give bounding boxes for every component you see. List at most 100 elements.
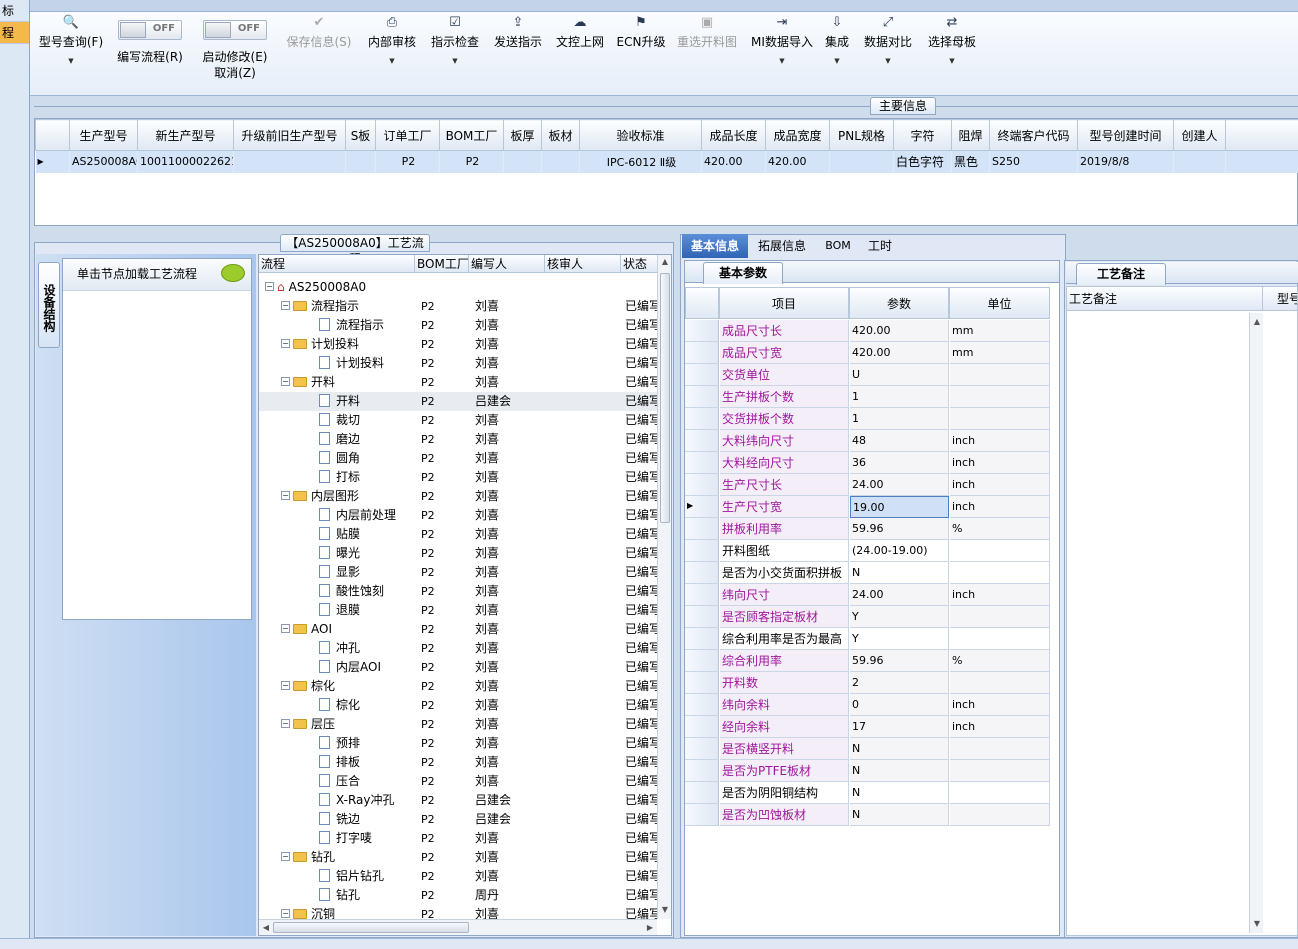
remarks-scrollbar[interactable]: ▲ ▼: [1249, 313, 1263, 933]
start-modify-toggle[interactable]: OFF 启动修改(E) 取消(Z): [198, 12, 272, 96]
tree-column-header[interactable]: BOM工厂: [415, 255, 469, 273]
tree-node[interactable]: 开料 P2 吕建会 已编写: [259, 392, 669, 411]
param-value[interactable]: N: [850, 562, 949, 584]
remarks-title[interactable]: 工艺备注: [1076, 263, 1166, 285]
tree-node[interactable]: − 棕化 P2 刘喜 已编写: [259, 677, 669, 696]
table-cell[interactable]: [541, 150, 580, 173]
collapse-icon[interactable]: −: [265, 282, 274, 291]
tree-node[interactable]: 内层前处理 P2 刘喜 已编写: [259, 506, 669, 525]
table-cell[interactable]: 10011000022621: [137, 150, 234, 173]
row-header[interactable]: [685, 628, 719, 650]
tree-node[interactable]: 磨边 P2 刘喜 已编写: [259, 430, 669, 449]
table-cell[interactable]: S250: [989, 150, 1078, 173]
param-value[interactable]: 420.00: [850, 342, 949, 364]
param-row[interactable]: 综合利用率是否为最高 Y: [685, 628, 1060, 650]
table-cell[interactable]: 黑色: [951, 150, 990, 173]
collapse-icon[interactable]: −: [281, 377, 290, 386]
param-row[interactable]: 综合利用率 59.96%: [685, 650, 1060, 672]
tree-node[interactable]: 打标 P2 刘喜 已编写: [259, 468, 669, 487]
tree-node[interactable]: 压合 P2 刘喜 已编写: [259, 772, 669, 791]
table-cell[interactable]: P2: [439, 150, 504, 173]
remarks-column-header[interactable]: 工艺备注: [1067, 287, 1263, 311]
column-header[interactable]: 验收标准: [579, 119, 702, 151]
param-row[interactable]: 生产拼板个数 1: [685, 386, 1060, 408]
collapse-icon[interactable]: −: [281, 301, 290, 310]
params-column-header[interactable]: 单位: [949, 287, 1050, 319]
param-row[interactable]: 成品尺寸宽 420.00 mm: [685, 342, 1060, 364]
tree-node[interactable]: 酸性蚀刻 P2 刘喜 已编写: [259, 582, 669, 601]
collapse-icon[interactable]: −: [281, 909, 290, 918]
remarks-column-header[interactable]: 型号备: [1263, 287, 1297, 311]
collapse-icon[interactable]: −: [281, 624, 290, 633]
row-header[interactable]: [685, 320, 719, 342]
table-cell[interactable]: 420.00: [765, 150, 830, 173]
param-row[interactable]: 是否为小交货面积拼板 N: [685, 562, 1060, 584]
tree-node[interactable]: 铝片钻孔 P2 刘喜 已编写: [259, 867, 669, 886]
tree-node[interactable]: 铣边 P2 吕建会 已编写: [259, 810, 669, 829]
tree-vertical-scrollbar[interactable]: ▲ ▼: [657, 255, 671, 919]
scroll-up-icon[interactable]: ▲: [658, 257, 671, 266]
tree-node[interactable]: 棕化 P2 刘喜 已编写: [259, 696, 669, 715]
column-header[interactable]: 成品长度: [701, 119, 766, 151]
tree-node[interactable]: 退膜 P2 刘喜 已编写: [259, 601, 669, 620]
tree-node[interactable]: − AOI P2 刘喜 已编写: [259, 620, 669, 639]
tree-node[interactable]: − 层压 P2 刘喜 已编写: [259, 715, 669, 734]
tree-node[interactable]: 排板 P2 刘喜 已编写: [259, 753, 669, 772]
scroll-thumb[interactable]: [273, 922, 469, 933]
basic-params-title[interactable]: 基本参数: [703, 262, 783, 284]
row-header[interactable]: [685, 650, 719, 672]
param-row[interactable]: 开料数 2: [685, 672, 1060, 694]
collapse-icon[interactable]: −: [281, 681, 290, 690]
column-header[interactable]: 终端客户代码: [989, 119, 1078, 151]
tree-node[interactable]: 贴膜 P2 刘喜 已编写: [259, 525, 669, 544]
param-value[interactable]: 19.00: [850, 496, 949, 518]
row-header[interactable]: [685, 760, 719, 782]
tree-node[interactable]: 预排 P2 刘喜 已编写: [259, 734, 669, 753]
param-row[interactable]: 开料图纸 (24.00-19.00): [685, 540, 1060, 562]
param-value[interactable]: 36: [850, 452, 949, 474]
param-row[interactable]: 拼板利用率 59.96%: [685, 518, 1060, 540]
column-header[interactable]: 订单工厂: [375, 119, 440, 151]
tree-node[interactable]: − 内层图形 P2 刘喜 已编写: [259, 487, 669, 506]
tree-node[interactable]: 计划投料 P2 刘喜 已编写: [259, 354, 669, 373]
toggle-switch[interactable]: OFF: [203, 20, 267, 40]
scroll-down-icon[interactable]: ▼: [658, 905, 671, 914]
tree-horizontal-scrollbar[interactable]: ◀ ▶: [259, 919, 657, 935]
param-value[interactable]: Y: [850, 606, 949, 628]
table-cell[interactable]: [345, 150, 376, 173]
collapse-icon[interactable]: −: [281, 852, 290, 861]
tree-node[interactable]: − 开料 P2 刘喜 已编写: [259, 373, 669, 392]
param-value[interactable]: 17: [850, 716, 949, 738]
row-header[interactable]: [685, 540, 719, 562]
param-row[interactable]: 纬向余料 0 inch: [685, 694, 1060, 716]
write-flow-toggle[interactable]: OFF 编写流程(R): [114, 12, 186, 96]
column-header[interactable]: 板厚: [503, 119, 542, 151]
column-header[interactable]: 阻焊: [951, 119, 990, 151]
tree-node[interactable]: 圆角 P2 刘喜 已编写: [259, 449, 669, 468]
param-row[interactable]: ▶ 生产尺寸宽 19.00 inch: [685, 496, 1060, 518]
params-column-header[interactable]: 参数: [849, 287, 949, 319]
tree-node[interactable]: − 钻孔 P2 刘喜 已编写: [259, 848, 669, 867]
column-header[interactable]: S板: [345, 119, 376, 151]
param-row[interactable]: 是否为PTFE板材 N: [685, 760, 1060, 782]
tab-basic-info[interactable]: 基本信息: [682, 234, 748, 258]
tree-node[interactable]: 曝光 P2 刘喜 已编写: [259, 544, 669, 563]
param-value[interactable]: 59.96: [850, 650, 949, 672]
tree-node[interactable]: 钻孔 P2 周丹 已编写: [259, 886, 669, 905]
param-value[interactable]: (24.00-19.00): [850, 540, 949, 562]
table-cell[interactable]: [233, 150, 346, 173]
table-cell[interactable]: IPC-6012 Ⅱ级: [579, 150, 702, 173]
param-value[interactable]: 48: [850, 430, 949, 452]
scroll-thumb[interactable]: [660, 273, 670, 523]
table-cell[interactable]: 420.00: [701, 150, 766, 173]
mi-data-import-button[interactable]: ⇥ MI数据导入 ▼: [746, 12, 818, 96]
integrate-button[interactable]: ⇩ 集成 ▼: [820, 12, 854, 96]
ecn-upgrade-button[interactable]: ⚑ ECN升级: [616, 12, 666, 96]
row-header[interactable]: [685, 738, 719, 760]
column-header[interactable]: 升级前旧生产型号: [233, 119, 346, 151]
param-value[interactable]: 420.00: [850, 320, 949, 342]
tree-node[interactable]: 冲孔 P2 刘喜 已编写: [259, 639, 669, 658]
param-value[interactable]: 1: [850, 386, 949, 408]
column-header[interactable]: 字符: [893, 119, 952, 151]
column-header[interactable]: 板材: [541, 119, 580, 151]
